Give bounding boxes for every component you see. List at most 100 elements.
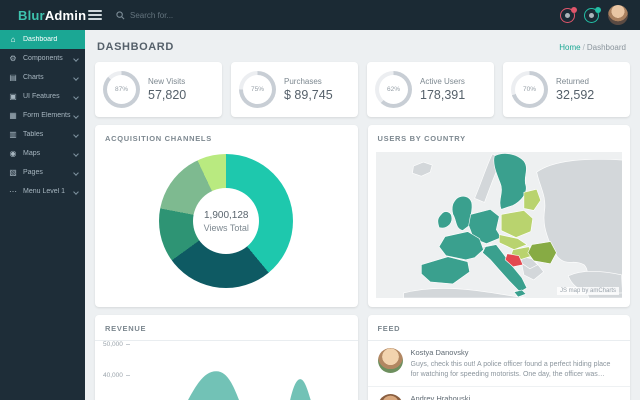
stat-label: Returned	[556, 77, 594, 86]
sidebar-item-maps[interactable]: ◉ Maps	[0, 144, 85, 163]
topbar: BlurAdmin	[0, 0, 640, 30]
user-avatar[interactable]	[608, 5, 628, 25]
chart-icon: ▤	[7, 74, 19, 82]
feed-user-name: Kostya Danovsky	[411, 348, 621, 357]
stat-label: Purchases	[284, 77, 333, 86]
feed-avatar	[378, 348, 403, 373]
y-axis-tick-label: 50,000	[103, 341, 123, 348]
sidebar-item-label: Components	[23, 55, 74, 62]
map-attribution: JS map by amCharts	[557, 287, 619, 295]
stat-value: 57,820	[148, 88, 186, 102]
messages-icon[interactable]	[584, 8, 599, 23]
menu-level-icon: ⋯	[7, 188, 19, 196]
sidebar-item-tables[interactable]: ▥Tables	[0, 125, 85, 144]
progress-ring: 70%	[511, 71, 548, 108]
feed-item-kostya-danovsky[interactable]: Kostya Danovsky Guys, check this out! A p…	[368, 341, 631, 386]
stat-label: Active Users	[420, 77, 465, 86]
notifications-icon[interactable]	[560, 8, 575, 23]
feed-message: Guys, check this out! A police officer f…	[411, 360, 621, 380]
europe-map[interactable]: JS map by amCharts	[376, 152, 623, 298]
ui-features-icon: ▣	[7, 93, 19, 101]
sidebar-item-label: Form Elements	[23, 112, 74, 119]
stat-value: $ 89,745	[284, 88, 333, 102]
breadcrumb-separator: /	[583, 43, 585, 52]
chevron-down-icon	[73, 113, 79, 119]
app-logo[interactable]: BlurAdmin	[18, 8, 80, 23]
sidebar-item-label: UI Features	[23, 93, 74, 100]
feed-list: Kostya Danovsky Guys, check this out! A p…	[368, 341, 631, 400]
users-by-country-panel: USERS BY COUNTRY	[368, 125, 631, 307]
progress-percent: 62%	[379, 75, 408, 104]
europe-map-svg[interactable]	[376, 152, 623, 298]
stat-value: 178,391	[420, 88, 465, 102]
progress-percent: 75%	[243, 75, 272, 104]
sidebar-item-charts[interactable]: ▤ Charts	[0, 68, 85, 87]
feed-panel-title: FEED	[368, 315, 631, 341]
acquisition-panel: ACQUISITION CHANNELS 1,900,128 Views Tot…	[95, 125, 358, 307]
sidebar-item-label: Maps	[23, 150, 74, 157]
progress-percent: 70%	[515, 75, 544, 104]
chevron-down-icon	[73, 189, 79, 195]
stat-cards-row: 87% New Visits 57,820 75% Purchases $ 89,745 6…	[85, 62, 640, 117]
revenue-chart[interactable]: 50,00040,00030,000	[103, 341, 350, 400]
page-header: DASHBOARD Home/Dashboard	[85, 30, 640, 62]
chevron-down-icon	[73, 94, 79, 100]
chevron-down-icon	[73, 132, 79, 138]
table-icon: ▥	[7, 131, 19, 139]
chevron-down-icon	[73, 151, 79, 157]
page-title: DASHBOARD	[97, 41, 174, 53]
notifications-badge	[571, 7, 577, 13]
y-axis-tick: 40,000	[103, 372, 130, 379]
sidebar-item-components[interactable]: ⚙ Components	[0, 49, 85, 68]
search-icon	[116, 11, 125, 20]
app-logo-admin: Admin	[45, 8, 86, 23]
stat-card-returned: 70% Returned 32,592	[503, 62, 630, 117]
breadcrumb-home[interactable]: Home	[559, 43, 580, 52]
feed-avatar: ▶	[378, 394, 403, 400]
sidebar: ⌂ Dashboard ⚙ Components ▤ Charts ▣ UI Features…	[0, 30, 85, 400]
revenue-panel-title: REVENUE	[95, 315, 358, 341]
search-box[interactable]	[116, 11, 230, 20]
progress-percent: 87%	[107, 75, 136, 104]
menu-toggle-icon[interactable]	[88, 8, 102, 22]
sidebar-nav: ⌂ Dashboard ⚙ Components ▤ Charts ▣ UI Features…	[0, 30, 85, 201]
sidebar-item-pages[interactable]: ▧ Pages	[0, 163, 85, 182]
sidebar-item-form-elements[interactable]: ▦ Form Elements	[0, 106, 85, 125]
sidebar-item-label: Menu Level 1	[23, 188, 74, 195]
main-content: DASHBOARD Home/Dashboard 87% New Visits 57…	[85, 0, 640, 400]
home-icon: ⌂	[7, 36, 19, 44]
stat-value: 32,592	[556, 88, 594, 102]
gear-icon: ⚙	[7, 55, 19, 63]
messages-badge	[595, 7, 601, 13]
map-pin-icon: ◉	[7, 150, 19, 158]
pages-icon: ▧	[7, 169, 19, 177]
search-input[interactable]	[130, 11, 230, 20]
revenue-series-dark	[137, 371, 350, 400]
sidebar-item-dashboard[interactable]: ⌂ Dashboard	[0, 30, 85, 49]
acquisition-donut-chart[interactable]: 1,900,128 Views Total	[159, 154, 293, 288]
topbar-right	[560, 5, 628, 25]
sidebar-item-label: Dashboard	[23, 36, 80, 43]
form-icon: ▦	[7, 112, 19, 120]
chevron-down-icon	[73, 56, 79, 62]
donut-total-value: 1,900,128	[204, 210, 249, 221]
sidebar-item-ui-features[interactable]: ▣ UI Features	[0, 87, 85, 106]
sidebar-item-label: Pages	[23, 169, 74, 176]
map-panel-title: USERS BY COUNTRY	[368, 125, 631, 150]
donut-total-label: Views Total	[204, 223, 249, 233]
stat-card-purchases: 75% Purchases $ 89,745	[231, 62, 358, 117]
feed-item-andrey-hrabouski[interactable]: ▶Andrey HrabouskiAdded new video 'Vader …	[368, 386, 631, 400]
sidebar-item-menu-level-1[interactable]: ⋯ Menu Level 1	[0, 182, 85, 201]
acquisition-panel-title: ACQUISITION CHANNELS	[95, 125, 358, 150]
chevron-down-icon	[73, 170, 79, 176]
app-logo-blur: Blur	[18, 8, 45, 23]
feed-user-name: Andrey Hrabouski	[411, 394, 513, 400]
breadcrumb-current: Dashboard	[587, 43, 626, 52]
stat-label: New Visits	[148, 77, 186, 86]
breadcrumb: Home/Dashboard	[559, 43, 626, 52]
revenue-area-chart-svg[interactable]	[137, 341, 350, 400]
sidebar-item-label: Charts	[23, 74, 74, 81]
y-axis-tick: 50,000	[103, 341, 130, 348]
feed-panel: FEED Kostya Danovsky Guys, check this out…	[368, 315, 631, 400]
progress-ring: 87%	[103, 71, 140, 108]
